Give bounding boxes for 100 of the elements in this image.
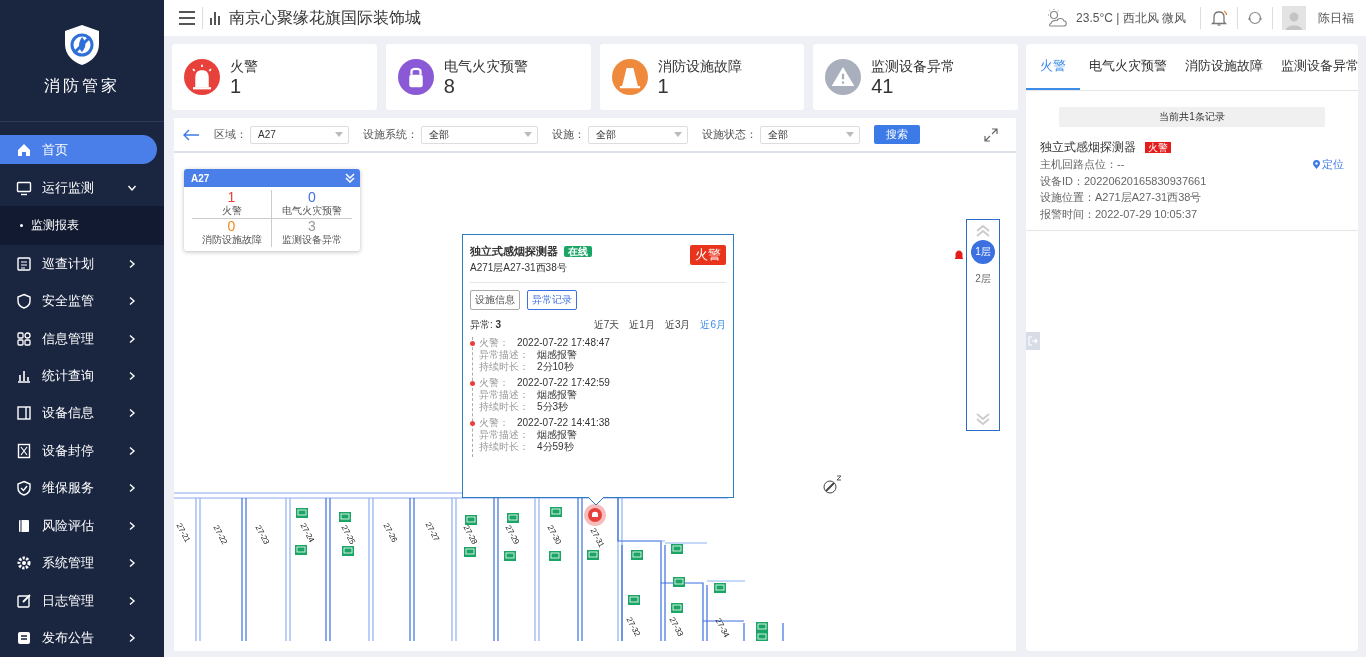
device-icon[interactable] xyxy=(465,515,477,525)
menu-item[interactable]: 首页 xyxy=(0,135,157,164)
stat-label: 电气火灾预警 xyxy=(443,57,528,75)
area-count-label: 监测设备异常 xyxy=(282,233,342,246)
bell-icon[interactable] xyxy=(1210,9,1228,27)
popup-tab[interactable]: 异常记录 xyxy=(527,290,577,310)
bar-chart-logo-icon xyxy=(209,11,221,25)
menu-item[interactable]: 统计查询 xyxy=(0,357,157,395)
device-name: 独立式感烟探测器 xyxy=(1040,140,1136,154)
record-field-value: 烟感报警 xyxy=(537,389,577,400)
record-field-label: 持续时长： xyxy=(479,441,529,452)
brand-name: 消防管家 xyxy=(44,76,120,97)
stat-card[interactable]: 监测设备异常 41 xyxy=(813,44,1018,110)
menu-icon[interactable] xyxy=(178,10,196,26)
stat-card[interactable]: 消防设施故障 1 xyxy=(599,44,805,110)
stat-count: 1 xyxy=(230,75,243,97)
menu-item[interactable]: 信息管理 xyxy=(0,319,157,358)
dropdown-field[interactable]: A27 xyxy=(250,125,349,144)
locate-link[interactable]: 定位 xyxy=(1313,156,1344,173)
avatar[interactable] xyxy=(1282,6,1306,30)
box-icon xyxy=(16,442,32,459)
range-link[interactable]: 近6月 xyxy=(690,318,726,332)
caret-down-icon xyxy=(674,132,682,137)
device-icon[interactable] xyxy=(464,547,476,557)
alarm-tab[interactable]: 电气火灾预警 xyxy=(1080,44,1176,90)
record-type: 火警： xyxy=(479,337,509,348)
alarm-marker-icon[interactable] xyxy=(584,504,606,526)
area-count-label: 电气火灾预警 xyxy=(282,204,342,217)
menu-item[interactable]: 维保服务 xyxy=(0,469,157,508)
double-chevron-down-icon[interactable] xyxy=(345,173,355,183)
search-button[interactable]: 搜索 xyxy=(874,125,920,144)
shield-check-icon xyxy=(16,480,32,497)
device-icon[interactable] xyxy=(714,583,726,593)
dropdown-field[interactable]: 全部 xyxy=(760,125,860,144)
chevron-right-icon xyxy=(127,520,137,531)
weather-icon xyxy=(1046,8,1069,28)
menu-item[interactable]: 运行监测 xyxy=(0,168,157,207)
back-arrow-icon[interactable] xyxy=(182,128,200,141)
menu-item[interactable]: 日志管理 xyxy=(0,582,157,620)
floor-button[interactable]: 2层 xyxy=(971,267,995,291)
record-field-label: 异常描述： xyxy=(479,429,529,440)
menu-item[interactable]: 安全监管 xyxy=(0,282,157,320)
user-name[interactable]: 陈日福 xyxy=(1318,9,1354,27)
device-icon[interactable] xyxy=(671,603,683,613)
home-icon xyxy=(16,141,32,158)
device-icon[interactable] xyxy=(756,622,768,632)
floor-button[interactable]: 1层 xyxy=(971,240,995,264)
device-icon[interactable] xyxy=(628,595,640,605)
alarm-tab[interactable]: 火警 xyxy=(1026,44,1080,90)
chevron-right-icon xyxy=(127,483,137,494)
device-icon[interactable] xyxy=(342,546,354,556)
alarm-tab[interactable]: 消防设施故障 xyxy=(1176,44,1272,90)
device-icon[interactable] xyxy=(671,544,683,554)
panel-icon xyxy=(16,405,32,422)
alarm-tab[interactable]: 监测设备异常 xyxy=(1272,44,1366,90)
device-icon[interactable] xyxy=(631,550,643,560)
device-icon[interactable] xyxy=(549,551,561,561)
menu-item[interactable]: 巡查计划 xyxy=(0,244,157,283)
device-icon[interactable] xyxy=(504,551,516,561)
record-type: 火警： xyxy=(479,417,509,428)
device-icon[interactable] xyxy=(673,577,685,587)
popup-tab[interactable]: 设施信息 xyxy=(470,290,520,310)
device-icon[interactable] xyxy=(295,545,307,555)
chevron-up-icon[interactable] xyxy=(976,225,990,237)
expand-icon[interactable] xyxy=(984,127,998,142)
stat-card[interactable]: 电气火灾预警 8 xyxy=(385,44,591,110)
notice-icon xyxy=(16,630,32,647)
chevron-down-icon[interactable] xyxy=(976,413,990,425)
grid-icon xyxy=(16,330,32,347)
range-link[interactable]: 近1月 xyxy=(619,318,655,332)
stat-label: 火警 xyxy=(230,57,258,75)
stat-card[interactable]: 火警 1 xyxy=(172,44,377,110)
menu-item[interactable]: 风险评估 xyxy=(0,507,157,545)
area-title: A27 xyxy=(191,172,210,184)
device-icon[interactable] xyxy=(587,550,599,560)
device-icon[interactable] xyxy=(339,512,351,522)
dropdown-field[interactable]: 全部 xyxy=(588,125,688,144)
menu-item[interactable]: 设备封停 xyxy=(0,432,157,470)
status-tag: 在线 xyxy=(564,246,592,257)
device-icon[interactable] xyxy=(550,507,562,517)
caret-down-icon xyxy=(846,132,854,137)
submenu-item[interactable]: 监测报表 xyxy=(0,206,164,245)
range-link[interactable]: 近7天 xyxy=(583,318,620,332)
abnormal-count: 异常: 3 xyxy=(470,318,502,332)
collapse-handle[interactable] xyxy=(1026,332,1040,350)
device-icon[interactable] xyxy=(756,632,768,641)
monitor-icon xyxy=(16,179,32,196)
record-detail: 设施位置：A271层A27-31西38号 xyxy=(1040,190,1202,205)
dropdown-field[interactable]: 全部 xyxy=(421,125,538,144)
menu-item[interactable]: 发布公告 xyxy=(0,619,157,657)
record-type: 火警： xyxy=(479,377,509,388)
headset-icon[interactable] xyxy=(1247,10,1263,26)
chevron-right-icon xyxy=(127,408,137,419)
device-icon[interactable] xyxy=(507,513,519,523)
menu-item[interactable]: 设备信息 xyxy=(0,394,157,433)
edit-icon xyxy=(16,592,32,609)
menu-item[interactable]: 系统管理 xyxy=(0,544,157,583)
device-name: 独立式感烟探测器 xyxy=(470,245,558,257)
range-link[interactable]: 近3月 xyxy=(654,318,691,332)
device-icon[interactable] xyxy=(296,508,308,518)
